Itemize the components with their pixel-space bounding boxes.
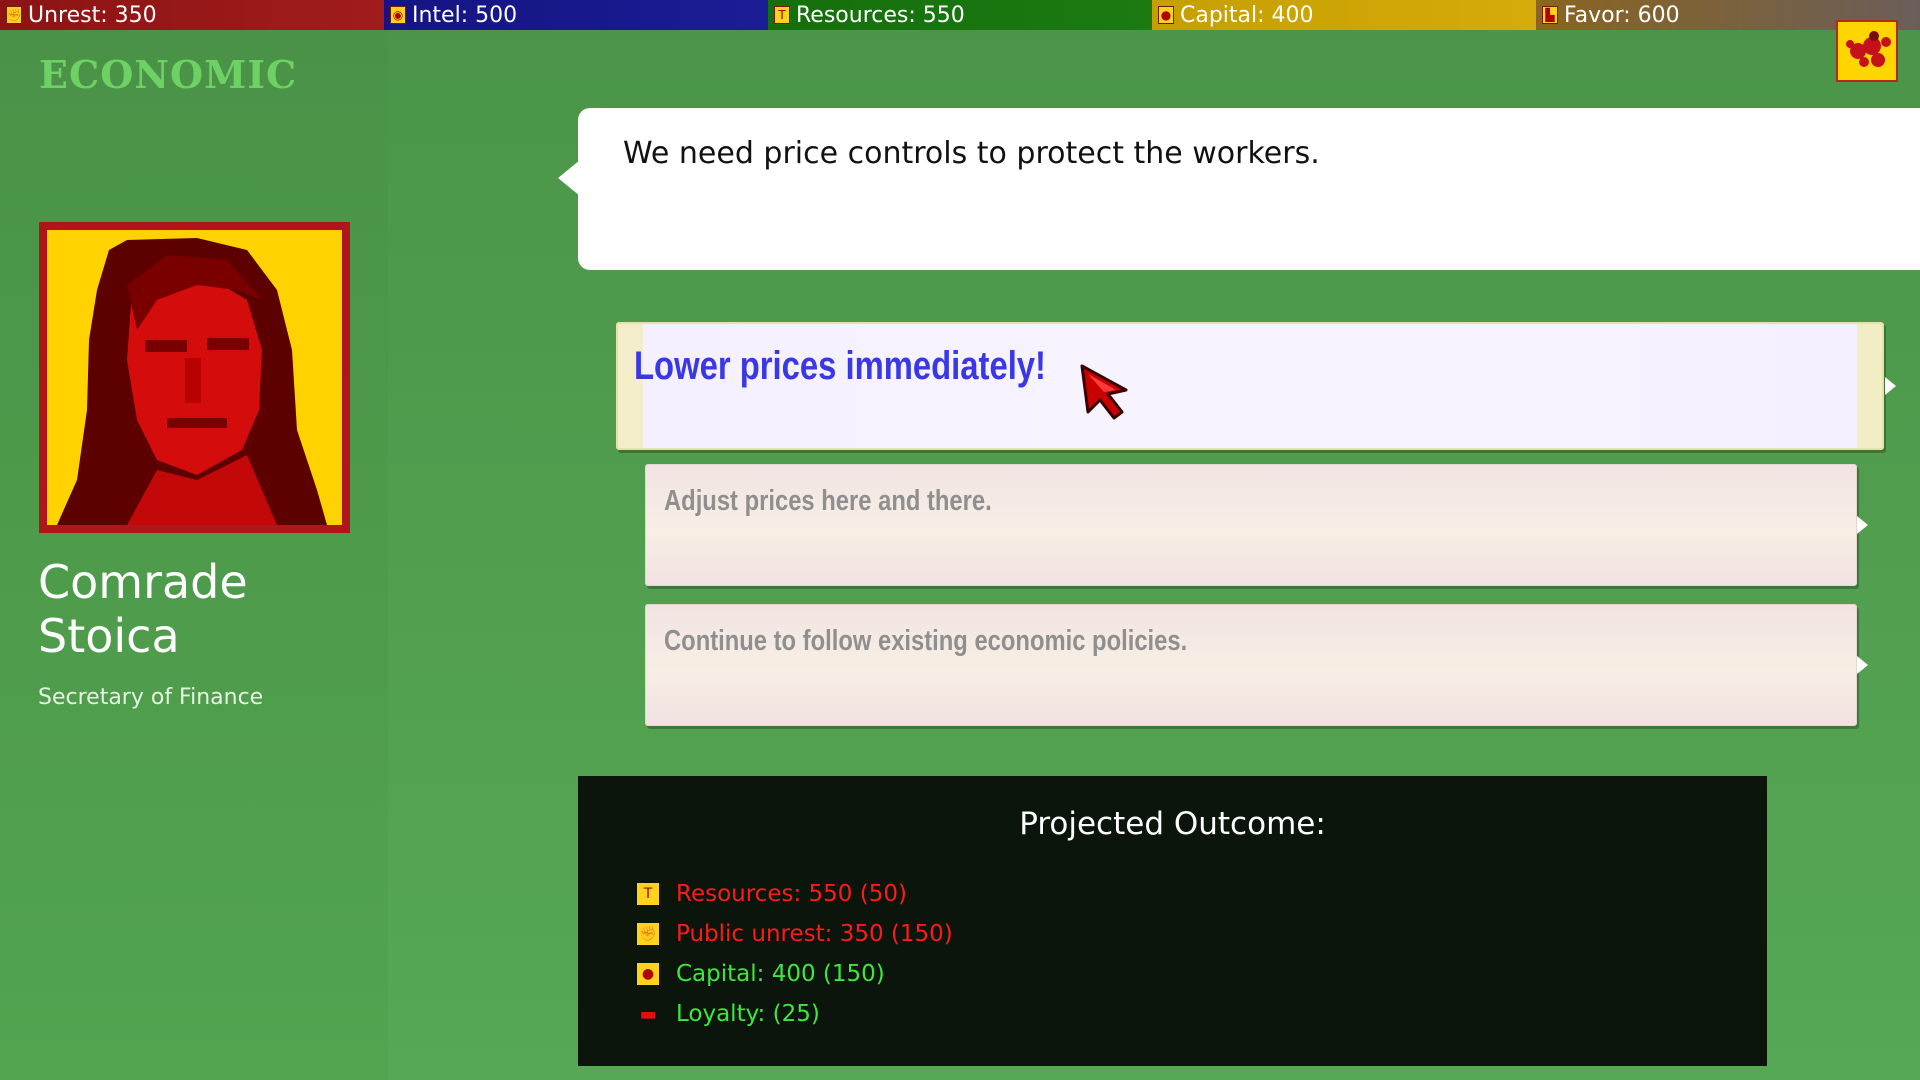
choice-label: Continue to follow existing economic pol… bbox=[664, 625, 1188, 657]
choice-label: Adjust prices here and there. bbox=[664, 485, 992, 517]
advisor-panel: ECONOMIC Comrade Stoica Secretary of Fin… bbox=[0, 30, 388, 1080]
choice-arrow-icon bbox=[1857, 656, 1868, 674]
outcome-item-label: Loyalty: (25) bbox=[676, 1001, 820, 1027]
hammer-icon: T bbox=[637, 883, 659, 905]
outcome-item-label: Capital: 400 (150) bbox=[676, 961, 885, 987]
choice-button-adjust-prices[interactable]: Adjust prices here and there. bbox=[645, 464, 1857, 586]
advisor-portrait bbox=[39, 222, 350, 533]
choice-button-continue-policies[interactable]: Continue to follow existing economic pol… bbox=[645, 604, 1857, 726]
stat-unrest-label: Unrest: 350 bbox=[28, 2, 157, 28]
stat-resources-label: Resources: 550 bbox=[796, 2, 965, 28]
boot-icon: ▙ bbox=[1542, 6, 1558, 24]
outcome-item-unrest: ✊ Public unrest: 350 (150) bbox=[637, 914, 953, 954]
stat-intel-label: Intel: 500 bbox=[412, 2, 518, 28]
category-title: ECONOMIC bbox=[39, 52, 298, 97]
speech-text: We need price controls to protect the wo… bbox=[623, 136, 1320, 171]
resource-bar: ✊ Unrest: 350 ◉ Intel: 500 T Resources: … bbox=[0, 0, 1920, 30]
speech-bubble-tail bbox=[558, 160, 580, 196]
stat-intel: ◉ Intel: 500 bbox=[384, 0, 768, 30]
mouse-cursor-icon bbox=[1080, 364, 1128, 420]
outcome-item-loyalty: ▬ Loyalty: (25) bbox=[637, 994, 953, 1034]
handshake-icon: ▬ bbox=[639, 1003, 657, 1025]
outcome-list: T Resources: 550 (50) ✊ Public unrest: 3… bbox=[637, 874, 953, 1034]
stat-unrest: ✊ Unrest: 350 bbox=[0, 0, 384, 30]
money-bag-icon: ● bbox=[637, 963, 659, 985]
advisor-role: Secretary of Finance bbox=[38, 685, 264, 710]
choice-arrow-icon bbox=[1857, 516, 1868, 534]
speech-bubble: We need price controls to protect the wo… bbox=[578, 108, 1920, 270]
portrait-image bbox=[47, 230, 342, 525]
projected-outcome-panel: Projected Outcome: T Resources: 550 (50)… bbox=[578, 776, 1767, 1066]
menu-button[interactable] bbox=[1836, 20, 1898, 82]
outcome-title: Projected Outcome: bbox=[1019, 806, 1326, 842]
outcome-item-resources: T Resources: 550 (50) bbox=[637, 874, 953, 914]
outcome-item-label: Public unrest: 350 (150) bbox=[676, 921, 953, 947]
choice-button-lower-prices[interactable]: Lower prices immediately! bbox=[616, 322, 1884, 450]
choice-arrow-icon bbox=[1885, 377, 1896, 395]
fist-icon: ✊ bbox=[6, 6, 22, 24]
hammer-icon: T bbox=[774, 6, 790, 24]
advisor-name: Comrade Stoica bbox=[38, 555, 248, 663]
stat-capital: ● Capital: 400 bbox=[1152, 0, 1536, 30]
stat-capital-label: Capital: 400 bbox=[1180, 2, 1314, 28]
woman-portrait-icon bbox=[47, 230, 342, 525]
stat-favor-label: Favor: 600 bbox=[1564, 2, 1680, 28]
outcome-item-capital: ● Capital: 400 (150) bbox=[637, 954, 953, 994]
fist-icon: ✊ bbox=[637, 923, 659, 945]
money-bag-icon: ● bbox=[1158, 6, 1174, 24]
eye-icon: ◉ bbox=[390, 6, 406, 24]
blood-splatter-icon bbox=[1846, 31, 1891, 67]
choice-label: Lower prices immediately! bbox=[634, 344, 1046, 388]
stat-resources: T Resources: 550 bbox=[768, 0, 1152, 30]
outcome-item-label: Resources: 550 (50) bbox=[676, 881, 907, 907]
